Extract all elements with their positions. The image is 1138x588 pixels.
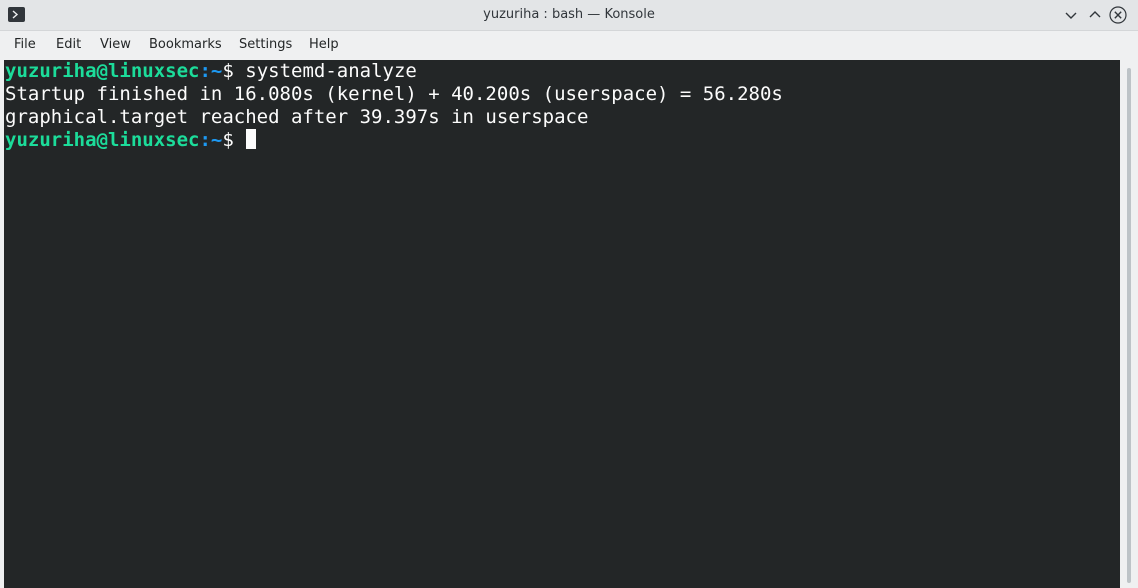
terminal-line-output: graphical.target reached after 39.397s i… bbox=[5, 106, 589, 128]
close-circle-icon bbox=[1109, 6, 1127, 24]
command-text: systemd-analyze bbox=[245, 60, 417, 82]
menu-edit[interactable]: Edit bbox=[55, 37, 82, 52]
menu-help[interactable]: Help bbox=[308, 37, 340, 52]
text-cursor bbox=[246, 129, 257, 149]
minimize-button[interactable] bbox=[1062, 6, 1080, 24]
title-bar[interactable]: yuzuriha : bash — Konsole bbox=[0, 0, 1138, 31]
prompt-symbol: $ bbox=[222, 129, 246, 151]
menu-file[interactable]: File bbox=[13, 37, 37, 52]
chevron-up-icon bbox=[1089, 11, 1101, 18]
close-button[interactable] bbox=[1109, 6, 1127, 24]
menu-bookmarks[interactable]: Bookmarks bbox=[148, 37, 223, 52]
menu-view[interactable]: View bbox=[99, 37, 132, 52]
menu-bar: File Edit View Bookmarks Settings Help bbox=[0, 31, 1138, 59]
terminal-line-command: yuzuriha@linuxsec:~$ systemd-analyze bbox=[5, 60, 417, 83]
maximize-button[interactable] bbox=[1086, 6, 1104, 24]
prompt-user: yuzuriha@linuxsec bbox=[5, 60, 200, 82]
chevron-down-icon bbox=[1065, 12, 1077, 19]
prompt-separator: : bbox=[199, 60, 211, 82]
scrollbar-track[interactable] bbox=[1127, 68, 1131, 583]
terminal-line-prompt: yuzuriha@linuxsec:~$ bbox=[5, 129, 257, 152]
prompt-separator: : bbox=[199, 129, 211, 151]
prompt-symbol: $ bbox=[222, 60, 246, 82]
terminal-output[interactable]: yuzuriha@linuxsec:~$ systemd-analyze Sta… bbox=[4, 60, 1120, 588]
window-title: yuzuriha : bash — Konsole bbox=[483, 7, 655, 22]
konsole-window: yuzuriha : bash — Konsole File Edit View… bbox=[0, 0, 1138, 588]
terminal-scrollbar[interactable] bbox=[1120, 60, 1138, 588]
prompt-path: ~ bbox=[210, 129, 223, 151]
terminal-line-output: Startup finished in 16.080s (kernel) + 4… bbox=[5, 83, 783, 105]
menu-settings[interactable]: Settings bbox=[238, 37, 293, 52]
prompt-user: yuzuriha@linuxsec bbox=[5, 129, 200, 151]
prompt-path: ~ bbox=[210, 60, 223, 82]
